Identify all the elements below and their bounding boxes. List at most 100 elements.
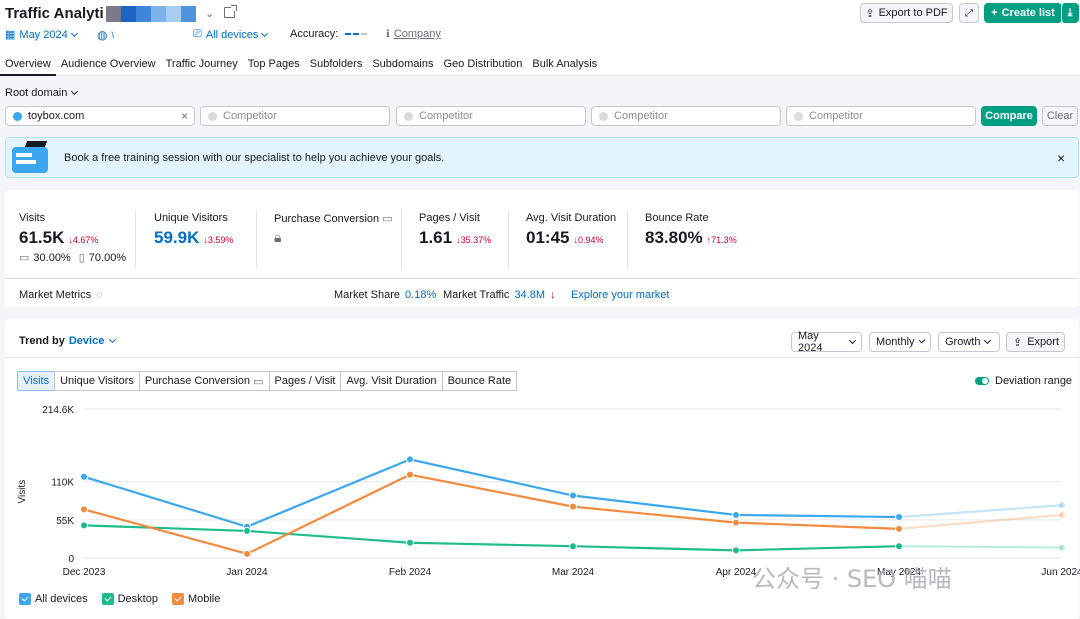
- metric-unique-visitors[interactable]: Unique Visitors 59.9K ↓3.59%: [154, 212, 233, 248]
- metric-avg-visit-duration[interactable]: Avg. Visit Duration 01:45 ↓0.94%: [526, 212, 616, 248]
- metric-pages-visit[interactable]: Pages / Visit 1.61 ↓35.37%: [419, 212, 491, 248]
- divider: [508, 210, 509, 268]
- legend-desktop[interactable]: Desktop: [101, 593, 158, 605]
- report-tabs: Overview Audience Overview Traffic Journ…: [0, 57, 602, 76]
- tab-geo-distribution[interactable]: Geo Distribution: [439, 57, 528, 76]
- upload-icon: ⇪: [1013, 336, 1023, 349]
- period-dropdown[interactable]: May 2024: [791, 330, 862, 354]
- divider: [5, 278, 1079, 279]
- explore-market-link[interactable]: Explore your market: [571, 289, 669, 301]
- globe-icon: ◍: [97, 28, 108, 42]
- chevron-down-icon: [849, 336, 857, 345]
- competitor-input-1[interactable]: Competitor: [200, 106, 390, 126]
- device-dropdown[interactable]: Device: [69, 335, 104, 347]
- domain-color-dot: [13, 111, 22, 121]
- export-button[interactable]: ⇪ Export: [1006, 332, 1065, 352]
- legend-mobile[interactable]: Mobile: [171, 593, 220, 605]
- tab-pages-visit[interactable]: Pages / Visit: [268, 371, 342, 391]
- desktop-share: 30.00%: [33, 251, 71, 264]
- export-pdf-button[interactable]: ⇪ Export to PDF: [860, 3, 953, 23]
- metric-tabs: Visits Unique Visitors Purchase Conversi…: [17, 371, 518, 391]
- data-point-desktop: [569, 542, 577, 551]
- y-tick-label: 110K: [51, 478, 74, 489]
- upload-icon: ⇪: [865, 7, 875, 20]
- market-label: Market Metrics: [19, 289, 92, 301]
- competitor-dot: [599, 111, 608, 121]
- page-title-text: Traffic Analyti: [5, 5, 104, 22]
- tab-top-pages[interactable]: Top Pages: [243, 57, 305, 76]
- tab-audience-overview[interactable]: Audience Overview: [56, 57, 161, 76]
- x-tick-label: Jun 2024: [1041, 567, 1080, 578]
- data-point-all-devices: [732, 510, 740, 519]
- clear-button[interactable]: Clear: [1042, 106, 1078, 126]
- granularity-dropdown[interactable]: Monthly: [869, 332, 931, 352]
- chevron-down-icon: [109, 335, 117, 344]
- metric-bounce-rate[interactable]: Bounce Rate 83.80% ↑71.3%: [645, 212, 737, 248]
- banner-text: Book a free training session with our sp…: [64, 152, 445, 164]
- tab-bulk-analysis[interactable]: Bulk Analysis: [527, 57, 602, 76]
- device-selector[interactable]: ⎚ All devices: [193, 28, 269, 41]
- watermark: 公众号 · SEO 喵喵: [752, 565, 952, 593]
- info-icon[interactable]: ◌: [96, 289, 103, 301]
- tab-avg-visit-duration[interactable]: Avg. Visit Duration: [340, 371, 443, 391]
- deviation-toggle[interactable]: Deviation range: [975, 375, 1072, 387]
- tab-traffic-journey[interactable]: Traffic Journey: [161, 57, 243, 76]
- tab-subdomains[interactable]: Subdomains: [367, 57, 438, 76]
- metric-visits[interactable]: Visits 61.5K ↓4.67% ▭ 30.00% ▯ 70.00%: [19, 212, 126, 264]
- competitor-input-4[interactable]: Competitor: [786, 106, 976, 126]
- tab-visits[interactable]: Visits: [17, 371, 56, 391]
- x-tick-label: Apr 2024: [716, 567, 757, 578]
- metric-value: 83.80%: [645, 228, 703, 247]
- x-tick-label: Feb 2024: [389, 567, 432, 578]
- data-point-mobile: [1058, 510, 1066, 519]
- compare-button[interactable]: Compare: [981, 106, 1037, 126]
- mode-dropdown[interactable]: Growth: [938, 332, 1000, 352]
- root-domain-selector[interactable]: Root domain: [5, 87, 79, 99]
- x-tick-label: Jan 2024: [226, 567, 268, 578]
- tab-purchase-conversion[interactable]: Purchase Conversion ▭: [138, 371, 270, 391]
- expand-button[interactable]: ⤢: [959, 3, 979, 23]
- tab-subfolders[interactable]: Subfolders: [305, 57, 368, 76]
- period-selector[interactable]: ▦ May 2024: [5, 28, 78, 41]
- tab-unique-visitors[interactable]: Unique Visitors: [54, 371, 140, 391]
- create-list-button[interactable]: + Create list: [984, 3, 1062, 23]
- chevron-down-icon: [71, 87, 79, 96]
- accuracy-indicator[interactable]: Accuracy:: [290, 28, 368, 40]
- expand-icon: ⤢: [965, 7, 973, 19]
- tab-overview[interactable]: Overview: [0, 57, 56, 76]
- plus-icon: +: [991, 7, 998, 19]
- chevron-down-icon[interactable]: ⌄: [205, 7, 214, 20]
- checkbox-icon: [171, 593, 184, 605]
- close-icon[interactable]: ×: [1057, 150, 1065, 166]
- chevron-down-icon: [70, 29, 78, 37]
- data-point-desktop: [80, 521, 88, 530]
- series-forecast-mobile: [898, 513, 1063, 530]
- metric-purchase-conversion[interactable]: Purchase Conversion ▭ 🔒︎: [274, 212, 393, 246]
- competitor-input-3[interactable]: Competitor: [591, 106, 781, 126]
- metric-label: Visits: [19, 212, 46, 224]
- desktop-icon: ▭: [382, 213, 393, 225]
- download-button[interactable]: ⤓: [1061, 3, 1079, 23]
- series-line-desktop: [83, 524, 900, 552]
- chart-legend: All devices Desktop Mobile: [19, 593, 220, 605]
- redacted-domain: [105, 5, 196, 22]
- company-link[interactable]: ℹ Company: [386, 28, 441, 40]
- lock-icon: 🔒︎: [274, 229, 282, 245]
- legend-all-devices[interactable]: All devices: [19, 593, 88, 605]
- database-selector[interactable]: ◍ \: [97, 28, 114, 42]
- tab-bounce-rate[interactable]: Bounce Rate: [441, 371, 518, 391]
- series-line-all-devices: [83, 458, 900, 528]
- arrow-down-icon: ↓: [550, 289, 556, 301]
- data-point-mobile: [732, 518, 740, 527]
- chevron-down-icon: [984, 336, 992, 345]
- metric-value: 59.9K: [154, 228, 200, 247]
- metric-label: Bounce Rate: [645, 212, 709, 224]
- data-point-all-devices: [895, 513, 903, 522]
- chevron-down-icon: [918, 337, 926, 344]
- clear-icon[interactable]: ×: [181, 109, 188, 123]
- domain-input[interactable]: toybox.com ×: [5, 106, 195, 126]
- root-domain-label: Root domain: [5, 87, 68, 99]
- download-icon: ⤓: [1067, 6, 1073, 19]
- competitor-input-2[interactable]: Competitor: [396, 106, 586, 126]
- external-link-icon[interactable]: [224, 5, 237, 18]
